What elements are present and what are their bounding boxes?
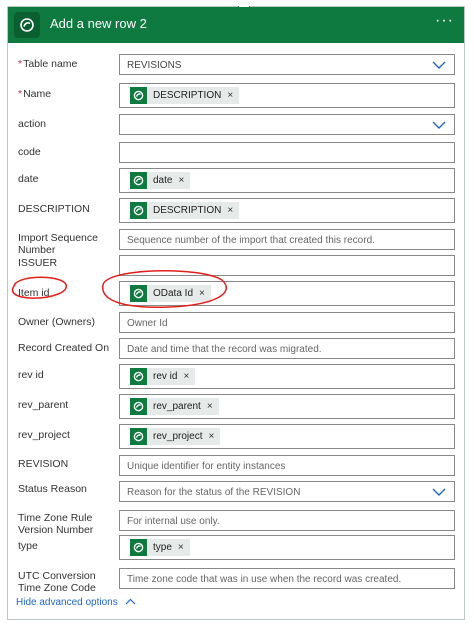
import-sequence-placeholder: Sequence number of the import that creat…	[127, 235, 375, 246]
utc-conversion-input[interactable]: Time zone code that was in use when the …	[119, 568, 455, 589]
token-label: DESCRIPTION	[153, 90, 222, 101]
type-input[interactable]: type ×	[119, 535, 455, 560]
code-input[interactable]	[119, 142, 455, 163]
revision-placeholder: Unique identifier for entity instances	[127, 461, 286, 472]
dataverse-icon	[14, 12, 40, 38]
status-reason-dropdown[interactable]: Reason for the status of the REVISION	[119, 481, 455, 502]
dataverse-icon	[130, 539, 147, 556]
action-card: Add a new row 2 ··· *Table name REVISION…	[7, 6, 465, 620]
remove-token-icon[interactable]: ×	[183, 371, 189, 382]
dataverse-icon	[130, 285, 147, 302]
label-issuer: ISSUER	[18, 257, 58, 269]
dataverse-icon	[130, 428, 147, 445]
utc-conversion-placeholder: Time zone code that was in use when the …	[127, 574, 402, 585]
label-rev-parent: rev_parent	[18, 399, 69, 411]
token-label: type	[153, 542, 172, 553]
remove-token-icon[interactable]: ×	[227, 205, 233, 216]
hide-advanced-options-link[interactable]: Hide advanced options	[16, 597, 136, 608]
token-label: rev_parent	[153, 401, 201, 412]
dataverse-icon	[130, 368, 147, 385]
dynamic-content-token[interactable]: rev id ×	[130, 368, 196, 385]
item-id-input[interactable]: OData Id ×	[119, 281, 455, 306]
table-name-dropdown[interactable]: REVISIONS	[119, 54, 455, 75]
token-label: date	[153, 175, 173, 186]
dataverse-icon	[130, 202, 147, 219]
label-text: Name	[23, 88, 52, 100]
description-input[interactable]: DESCRIPTION ×	[119, 198, 455, 223]
tz-rule-input[interactable]: For internal use only.	[119, 510, 455, 531]
date-input[interactable]: date ×	[119, 168, 455, 193]
rev-parent-input[interactable]: rev_parent ×	[119, 394, 455, 419]
name-input[interactable]: DESCRIPTION ×	[119, 83, 455, 108]
record-created-input[interactable]: Date and time that the record was migrat…	[119, 338, 455, 359]
dynamic-content-token[interactable]: rev_parent ×	[130, 398, 219, 415]
card-title: Add a new row 2	[50, 16, 147, 31]
dataverse-icon	[130, 172, 147, 189]
dataverse-icon	[130, 398, 147, 415]
dynamic-content-token[interactable]: OData Id ×	[130, 285, 211, 302]
label-description: DESCRIPTION	[18, 203, 90, 215]
more-options-icon[interactable]: ···	[435, 12, 454, 30]
chevron-down-icon	[432, 121, 446, 129]
label-utc-conversion: UTC Conversion Time Zone Code	[18, 570, 96, 594]
remove-token-icon[interactable]: ×	[178, 542, 184, 553]
token-label: DESCRIPTION	[153, 205, 222, 216]
import-sequence-input[interactable]: Sequence number of the import that creat…	[119, 229, 455, 250]
required-marker: *	[18, 58, 23, 70]
label-rev-id: rev id	[18, 369, 44, 381]
chevron-down-icon	[432, 488, 446, 496]
dynamic-content-token[interactable]: type ×	[130, 539, 190, 556]
owner-placeholder: Owner Id	[127, 318, 168, 329]
label-tz-rule: Time Zone Rule Version Number	[18, 512, 94, 536]
action-dropdown[interactable]	[119, 114, 455, 135]
label-action: action	[18, 118, 47, 130]
label-code: code	[18, 146, 41, 158]
remove-token-icon[interactable]: ×	[207, 401, 213, 412]
label-status-reason: Status Reason	[18, 483, 87, 495]
chevron-down-icon	[432, 61, 446, 69]
record-created-placeholder: Date and time that the record was migrat…	[127, 344, 322, 355]
issuer-input[interactable]	[119, 255, 455, 276]
label-date: date	[18, 173, 39, 185]
label-type: type	[18, 540, 38, 552]
rev-project-input[interactable]: rev_project ×	[119, 424, 455, 449]
dynamic-content-token[interactable]: date ×	[130, 172, 191, 189]
label-revision: REVISION	[18, 458, 69, 470]
label-item-id: Item id	[18, 287, 50, 299]
card-header[interactable]: Add a new row 2 ···	[8, 7, 464, 43]
token-label: OData Id	[153, 288, 194, 299]
label-owner: Owner (Owners)	[18, 316, 96, 328]
label-record-created: Record Created On	[18, 342, 110, 354]
required-marker: *	[18, 88, 23, 100]
label-name: *Name	[18, 88, 120, 100]
dataverse-icon	[130, 87, 147, 104]
revision-input[interactable]: Unique identifier for entity instances	[119, 455, 455, 476]
remove-token-icon[interactable]: ×	[178, 175, 184, 186]
label-rev-project: rev_project	[18, 429, 70, 441]
table-name-value: REVISIONS	[127, 60, 182, 71]
owner-input[interactable]: Owner Id	[119, 312, 455, 333]
label-table-name: *Table name	[18, 58, 120, 70]
hide-advanced-options-label: Hide advanced options	[16, 597, 118, 608]
label-import-sequence: Import Sequence Number	[18, 232, 98, 256]
chevron-up-icon	[125, 598, 135, 605]
dynamic-content-token[interactable]: DESCRIPTION ×	[130, 87, 240, 104]
status-reason-placeholder: Reason for the status of the REVISION	[127, 487, 301, 498]
tz-rule-placeholder: For internal use only.	[127, 516, 220, 527]
token-label: rev_project	[153, 431, 203, 442]
remove-token-icon[interactable]: ×	[199, 288, 205, 299]
dynamic-content-token[interactable]: DESCRIPTION ×	[130, 202, 240, 219]
dynamic-content-token[interactable]: rev_project ×	[130, 428, 221, 445]
remove-token-icon[interactable]: ×	[208, 431, 214, 442]
token-label: rev id	[153, 371, 178, 382]
remove-token-icon[interactable]: ×	[227, 90, 233, 101]
rev-id-input[interactable]: rev id ×	[119, 364, 455, 389]
label-text: Table name	[23, 58, 78, 70]
